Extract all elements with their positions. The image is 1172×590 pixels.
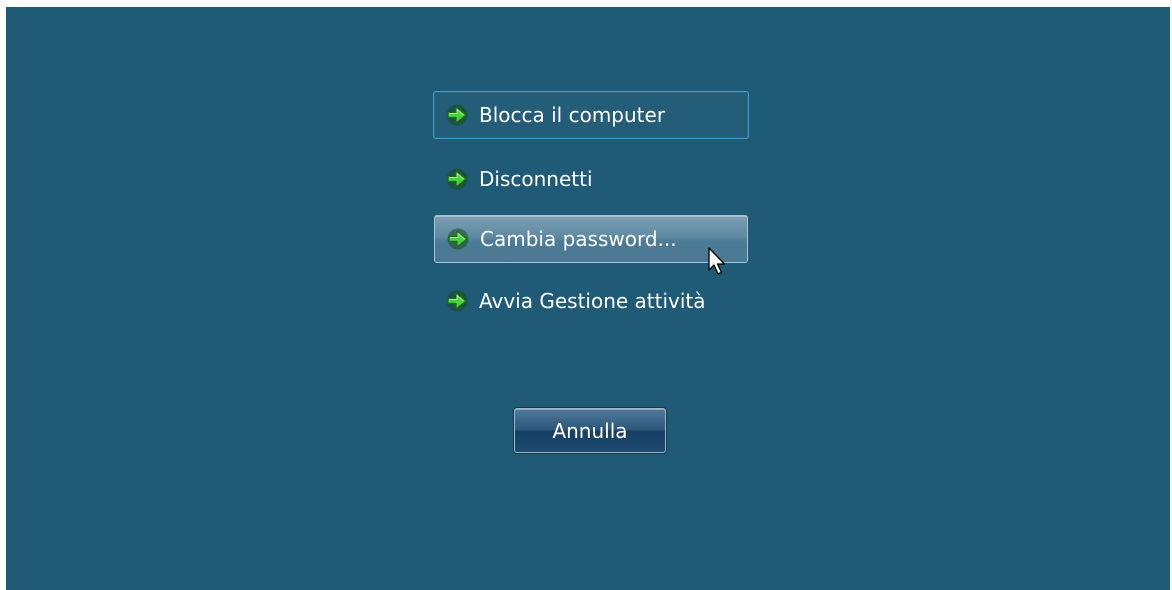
lock-computer-option[interactable]: Blocca il computer [433,91,749,139]
log-off-option[interactable]: Disconnetti [433,155,749,203]
arrow-right-icon [445,167,469,191]
arrow-right-icon [445,103,469,127]
log-off-label: Disconnetti [479,167,593,191]
cancel-button[interactable]: Annulla [514,408,666,453]
change-password-label: Cambia password... [480,227,677,251]
security-options-screen: Blocca il computer Disconnetti Cambia pa… [6,7,1170,590]
cancel-button-label: Annulla [552,418,628,443]
arrow-right-icon [445,289,469,313]
mouse-pointer-icon [708,247,728,277]
lock-computer-label: Blocca il computer [479,103,666,127]
start-task-manager-label: Avvia Gestione attività [479,289,706,313]
start-task-manager-option[interactable]: Avvia Gestione attività [433,277,749,325]
arrow-right-icon [446,227,470,251]
change-password-option[interactable]: Cambia password... [434,215,748,263]
